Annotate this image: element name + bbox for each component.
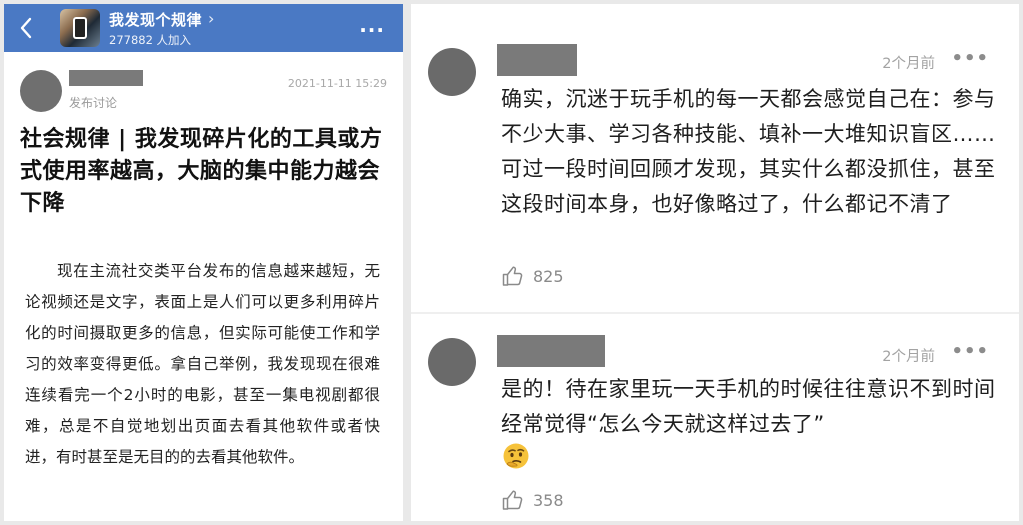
group-info[interactable]: 我发现个规律 › 277882 人加入: [109, 9, 214, 48]
post-title: 社会规律 | 我发现碎片化的工具或方式使用率越高，大脑的集中能力越会下降: [20, 127, 383, 216]
more-options-icon[interactable]: ···: [359, 18, 385, 42]
more-options-icon[interactable]: •••: [951, 341, 989, 362]
like-button[interactable]: 358: [501, 488, 564, 512]
like-count: 825: [533, 266, 564, 286]
like-count: 358: [533, 490, 564, 510]
thumbs-up-icon: [502, 490, 523, 510]
group-header: 我发现个规律 › 277882 人加入 ···: [4, 4, 403, 52]
comment-item: 2个月前 ••• 确实，沉迷于玩手机的每一天都会感觉自己在：参与不少大事、学习各…: [411, 4, 1019, 314]
group-name[interactable]: 我发现个规律: [109, 9, 202, 30]
comment-text: 是的！待在家里玩一天手机的时候往往意识不到时间 经常觉得“怎么今天就这样过去了”: [501, 377, 996, 436]
commenter-avatar[interactable]: [428, 48, 476, 96]
post-tag: 发布讨论: [69, 96, 118, 110]
commenter-name-redacted: [497, 44, 577, 76]
comments-panel: 2个月前 ••• 确实，沉迷于玩手机的每一天都会感觉自己在：参与不少大事、学习各…: [411, 4, 1019, 521]
group-member-count: 277882 人加入: [109, 32, 192, 47]
commenter-name-redacted: [497, 335, 605, 367]
post-body: 现在主流社交类平台发布的信息越来越短，无论视频还是文字，表面上是人们可以更多利用…: [25, 262, 380, 466]
author-avatar[interactable]: [20, 70, 62, 112]
more-options-icon[interactable]: •••: [951, 48, 989, 69]
comment-time: 2个月前: [882, 56, 935, 72]
chevron-right-icon: ›: [208, 9, 215, 28]
thinking-face-icon: [503, 443, 529, 469]
back-button[interactable]: [4, 4, 48, 52]
comment-text: 确实，沉迷于玩手机的每一天都会感觉自己在：参与不少大事、学习各种技能、填补一大堆…: [501, 87, 996, 216]
post-panel: 我发现个规律 › 277882 人加入 ··· 发布讨论 2021-11-11 …: [4, 4, 403, 521]
group-avatar[interactable]: [60, 9, 100, 47]
post-author-row: 发布讨论 2021-11-11 15:29: [4, 52, 403, 112]
comment-item: 2个月前 ••• 是的！待在家里玩一天手机的时候往往意识不到时间 经常觉得“怎么…: [411, 314, 1019, 521]
commenter-avatar[interactable]: [428, 338, 476, 386]
thumbs-up-icon: [502, 266, 523, 286]
like-button[interactable]: 825: [501, 264, 564, 288]
chevron-left-icon: [20, 17, 32, 39]
comment-time: 2个月前: [882, 349, 935, 365]
post-time: 2021-11-11 15:29: [287, 77, 387, 90]
author-name-redacted: [69, 70, 143, 86]
